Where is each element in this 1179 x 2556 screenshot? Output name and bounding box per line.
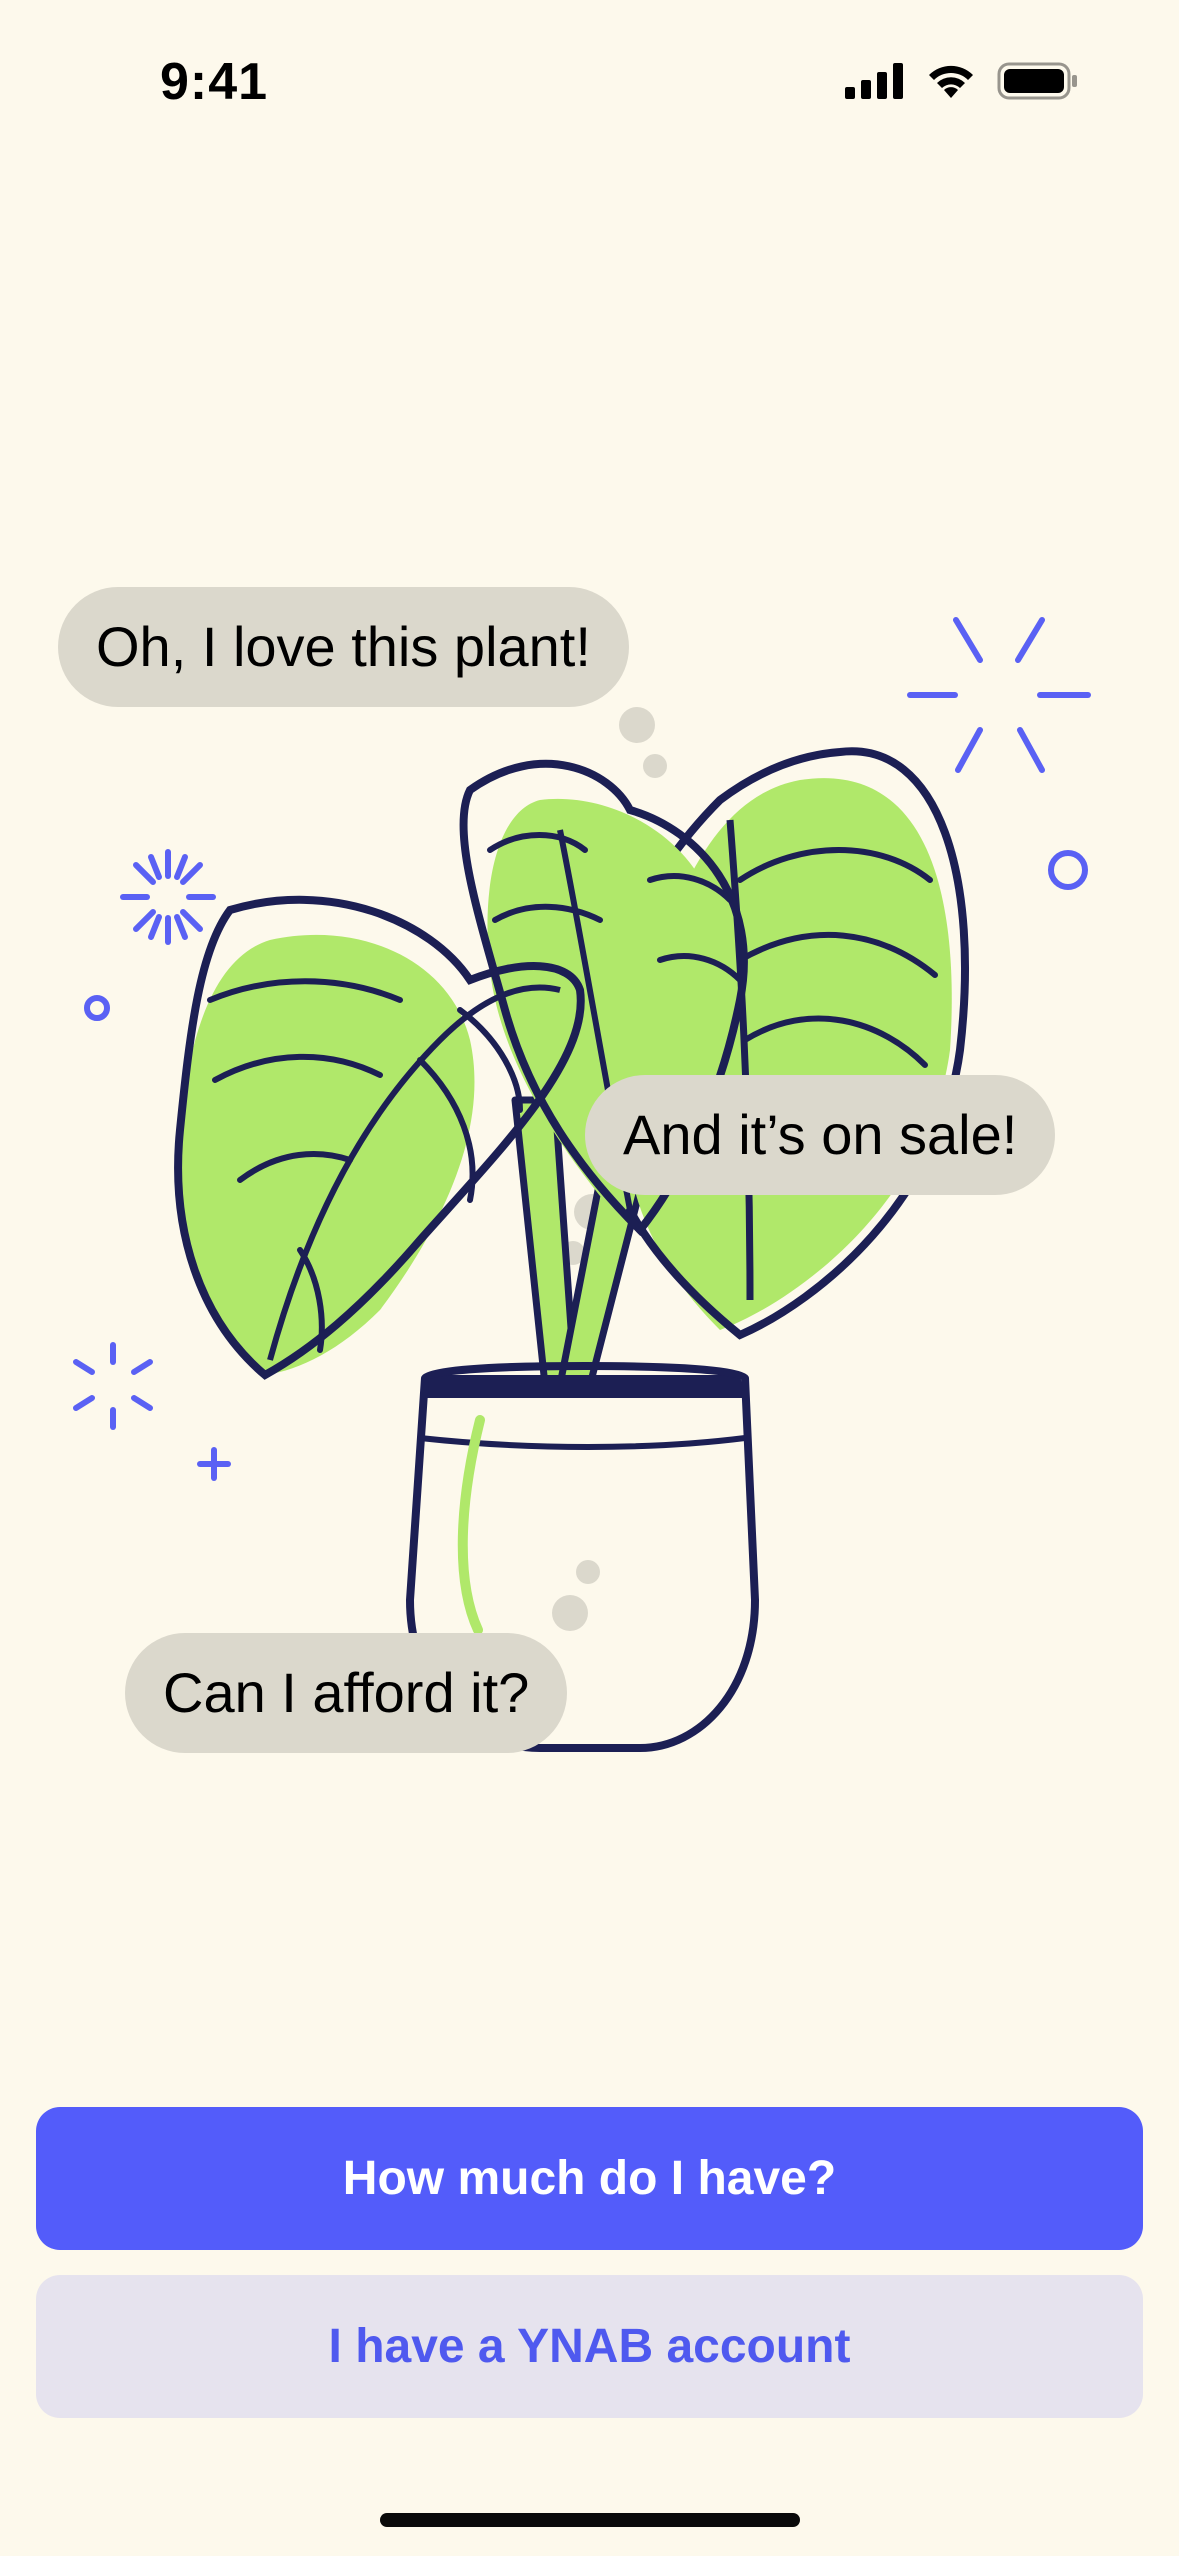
circle-decoration (84, 995, 110, 1021)
plus-icon (197, 1447, 231, 1481)
sunburst-icon (120, 849, 216, 945)
circle-decoration (1048, 850, 1088, 890)
sparkle-burst-icon (907, 617, 1091, 773)
sparkle-icon (73, 1342, 153, 1430)
status-icons (845, 62, 1079, 100)
wifi-icon (929, 65, 973, 98)
speech-bubble-on-sale: And it’s on sale! (585, 1075, 1056, 1195)
status-time: 9:41 (160, 53, 269, 111)
battery-icon (997, 62, 1077, 100)
leaf-left (174, 895, 585, 1380)
home-indicator[interactable] (380, 2513, 800, 2527)
have-ynab-account-button[interactable]: I have a YNAB account (36, 2275, 1143, 2418)
leaf-right (592, 747, 969, 1340)
speech-bubble-love-plant: Oh, I love this plant! (58, 587, 629, 707)
how-much-do-i-have-button[interactable]: How much do I have? (36, 2107, 1143, 2250)
status-bar: 9:41 (0, 0, 1179, 150)
cellular-signal-icon (845, 63, 903, 99)
speech-bubble-afford: Can I afford it? (125, 1633, 568, 1753)
